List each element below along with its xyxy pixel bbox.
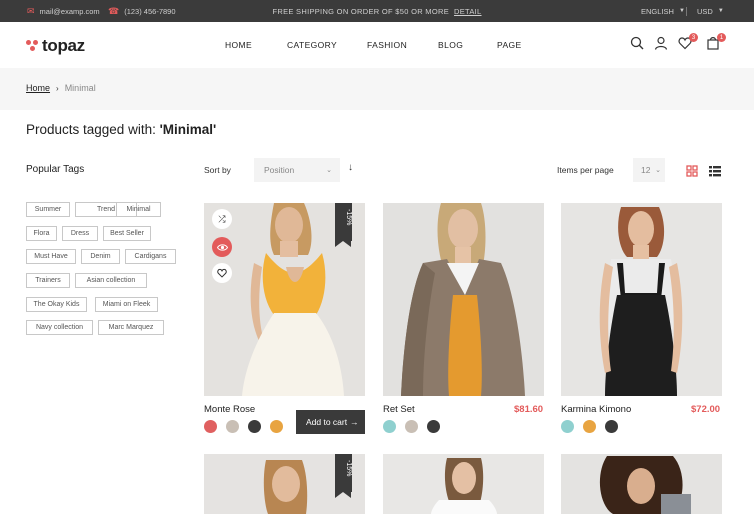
breadcrumb-home[interactable]: Home <box>26 83 50 93</box>
sort-select[interactable]: Position ⌄ <box>254 158 340 182</box>
product-name[interactable]: Ret Set <box>383 404 415 415</box>
main-header: topaz HOME CATEGORY FASHION BLOG PAGE 3 … <box>0 22 754 68</box>
product-name[interactable]: Karmina Kimono <box>561 404 631 415</box>
sale-badge-text: -15% <box>345 460 352 477</box>
tag-must-have[interactable]: Must Have <box>26 249 76 264</box>
breadcrumb: Home › Minimal <box>26 83 96 93</box>
sale-badge-text: -15% <box>345 209 352 226</box>
shipping-text: FREE SHIPPING ON ORDER OF $50 OR MORE <box>272 6 450 16</box>
color-swatch[interactable] <box>605 420 618 433</box>
logo[interactable]: topaz <box>26 36 85 56</box>
page-title-prefix: Products tagged with: <box>26 122 160 137</box>
currency-selector[interactable]: USD ▼ <box>697 0 724 22</box>
sort-direction-icon[interactable]: ↓ <box>348 162 353 173</box>
color-swatch[interactable] <box>226 420 239 433</box>
items-per-page-label: Items per page <box>557 165 614 175</box>
shuffle-icon: ⤮ <box>218 213 226 224</box>
eye-icon <box>216 243 228 251</box>
tag-the-okay-kids[interactable]: The Okay Kids <box>26 297 87 312</box>
add-to-cart-button[interactable]: Add to cart → <box>296 410 365 434</box>
grid-view-icon[interactable] <box>686 164 698 177</box>
cart-icon[interactable]: 1 <box>706 33 726 52</box>
tag-navy-collection[interactable]: Navy collection <box>26 320 93 335</box>
color-swatch[interactable] <box>204 420 217 433</box>
product-image[interactable] <box>383 203 544 396</box>
nav-home[interactable]: HOME <box>225 22 252 68</box>
items-per-page-select[interactable]: 12 ⌄ <box>633 158 665 182</box>
color-swatch[interactable] <box>383 420 396 433</box>
arrow-right-icon: → <box>350 417 359 427</box>
chevron-down-icon: ▼ <box>717 8 724 14</box>
tag-flora[interactable]: Flora <box>26 226 57 241</box>
top-bar: ✉ mail@examp.com ☎ (123) 456-7890 FREE S… <box>0 0 754 22</box>
language-selector[interactable]: ENGLISH ▼ <box>641 0 685 22</box>
nav-page[interactable]: PAGE <box>497 22 522 68</box>
color-swatch[interactable] <box>248 420 261 433</box>
tag-cardigans[interactable]: Cardigans <box>125 249 176 264</box>
chevron-down-icon: ▼ <box>678 8 685 14</box>
tag-asian-collection[interactable]: Asian collection <box>75 273 147 288</box>
tag-denim[interactable]: Denim <box>81 249 120 264</box>
sale-badge: -15% <box>335 454 352 498</box>
quick-view-button[interactable] <box>212 237 232 257</box>
chevron-right-icon: › <box>56 83 59 93</box>
color-swatch[interactable] <box>270 420 283 433</box>
wishlist-icon[interactable]: 3 <box>678 33 698 52</box>
page-title-tag: 'Minimal' <box>159 122 217 137</box>
heart-icon <box>217 268 227 278</box>
breadcrumb-current: Minimal <box>64 83 96 93</box>
add-to-cart-label: Add to cart <box>306 417 348 427</box>
product-price: $72.00 <box>691 404 721 415</box>
color-swatch[interactable] <box>583 420 596 433</box>
color-swatch[interactable] <box>427 420 440 433</box>
tag-summer[interactable]: Summer <box>26 202 70 217</box>
sale-badge: -15% <box>335 203 352 247</box>
product-image[interactable] <box>561 454 722 514</box>
tag-marc-marquez[interactable]: Marc Marquez <box>98 320 164 335</box>
add-to-wishlist-button[interactable] <box>212 263 232 283</box>
tag-minimal[interactable]: Minimal <box>116 202 161 217</box>
user-icon[interactable] <box>654 36 670 52</box>
page-title: Products tagged with: 'Minimal' <box>26 122 216 137</box>
shipping-detail-link[interactable]: DETAIL <box>454 7 482 16</box>
sort-label: Sort by <box>204 165 231 175</box>
color-swatch[interactable] <box>561 420 574 433</box>
search-icon[interactable] <box>630 36 646 52</box>
nav-category[interactable]: CATEGORY <box>287 22 337 68</box>
chevron-down-icon: ⌄ <box>655 167 661 174</box>
divider <box>686 7 687 16</box>
list-view-icon[interactable] <box>709 164 721 177</box>
logo-text: topaz <box>42 36 85 55</box>
compare-button[interactable]: ⤮ <box>212 209 232 229</box>
sidebar-title: Popular Tags <box>26 164 85 175</box>
nav-blog[interactable]: BLOG <box>438 22 463 68</box>
language-value: ENGLISH <box>641 6 674 16</box>
logo-mark-icon <box>26 40 38 52</box>
tag-best-seller[interactable]: Best Seller <box>103 226 151 241</box>
wishlist-count-badge: 3 <box>689 33 698 42</box>
breadcrumb-bar: Home › Minimal <box>0 68 754 110</box>
tag-dress[interactable]: Dress <box>62 226 98 241</box>
product-image[interactable] <box>383 454 544 514</box>
sort-value: Position <box>264 165 295 175</box>
currency-value: USD <box>697 6 713 16</box>
tag-trainers[interactable]: Trainers <box>26 273 70 288</box>
cart-count-badge: 1 <box>717 33 726 42</box>
product-image[interactable] <box>561 203 722 396</box>
product-name[interactable]: Monte Rose <box>204 404 255 415</box>
tag-miami-on-fleek[interactable]: Miami on Fleek <box>95 297 158 312</box>
product-price: $81.60 <box>514 404 544 415</box>
color-swatch[interactable] <box>405 420 418 433</box>
nav-fashion[interactable]: FASHION <box>367 22 407 68</box>
chevron-down-icon: ⌄ <box>326 167 332 174</box>
items-per-page-value: 12 <box>641 165 651 175</box>
